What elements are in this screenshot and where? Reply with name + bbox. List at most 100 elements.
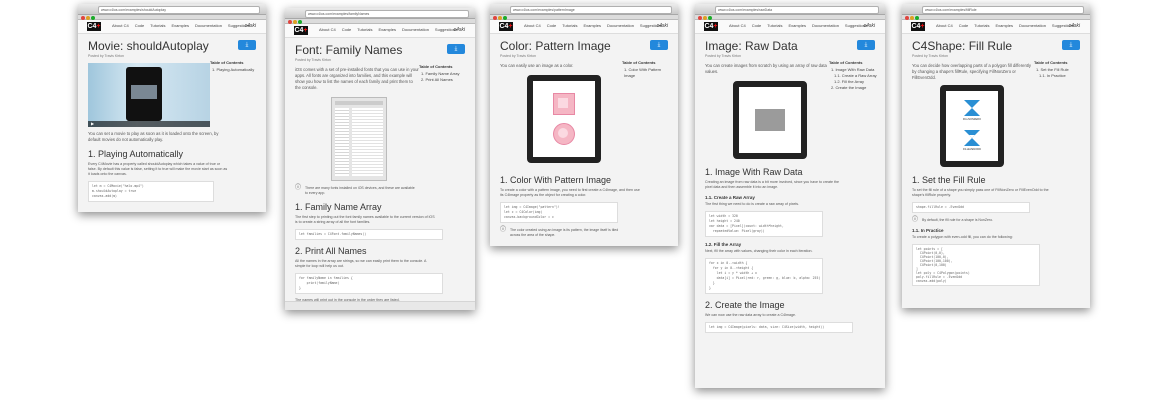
nav-code[interactable]: Code [547, 23, 557, 28]
nav-about[interactable]: About C4 [319, 27, 336, 32]
nav-examples[interactable]: Examples [995, 23, 1013, 28]
nav-documentation[interactable]: Documentation [607, 23, 634, 28]
nav-tutorials[interactable]: Tutorials [767, 23, 782, 28]
site-nav: C4+ About C4 Code Tutorials Examples Documen… [490, 20, 678, 34]
site-nav: C4+ About C4 Code Tutorials Examples Documen… [902, 20, 1090, 34]
section-body: Every C4Movie has a property called shou… [88, 162, 228, 176]
intro-text: You can decide how overlapping parts of … [912, 63, 1031, 80]
c4-logo[interactable]: C4+ [87, 22, 101, 31]
note-text: There are many fonts installed on iOS de… [305, 186, 415, 195]
info-icon: ⓘ [500, 227, 507, 233]
c4-logo[interactable]: C4+ [911, 22, 925, 31]
title-bar: www.c4ios.com/examples/shouldAutoplay [78, 4, 266, 20]
nav-documentation[interactable]: Documentation [1019, 23, 1046, 28]
c4-logo[interactable]: C4+ [294, 26, 308, 35]
intro-text: iOS comes with a set of pre-installed fo… [295, 67, 419, 90]
title-bar: www.c4ios.com/examples/patternImage [490, 4, 678, 20]
play-icon[interactable]: ▶ [91, 121, 94, 126]
toc-item[interactable]: 2. Print All Names [421, 77, 469, 83]
brand-mark: c4ski [863, 23, 875, 29]
nav-examples[interactable]: Examples [788, 23, 806, 28]
code-block: let img = C4Image("pattern")! let c = C4… [500, 202, 618, 223]
toc-item[interactable]: 2. Create the Image [831, 85, 879, 91]
nav-code[interactable]: Code [959, 23, 969, 28]
section-heading: 1. Playing Automatically [88, 149, 184, 159]
nav-code[interactable]: Code [342, 27, 352, 32]
address-bar[interactable]: www.c4ios.com/examples/rawData [715, 6, 879, 14]
device-frame: FILLNONZERO FILLEVENODD [940, 85, 1004, 167]
raw-image [755, 109, 785, 131]
nav-documentation[interactable]: Documentation [195, 23, 222, 28]
toc-title: Table of Contents [829, 60, 863, 65]
code-block: let m = C4Movie("halo.mp4") m.shouldAuto… [88, 181, 214, 202]
nav-about[interactable]: About C4 [524, 23, 541, 28]
title-bar: www.c4ios.com/examples/fillRule [902, 4, 1090, 20]
toc-item[interactable]: 1. Playing Automatically [212, 67, 260, 73]
toc-title: Table of Contents [1034, 60, 1068, 65]
toc-item[interactable]: 1. Color With Pattern Image [624, 67, 672, 79]
site-nav: C4+ About C4 Code Tutorials Examples Documen… [78, 20, 266, 34]
nav-code[interactable]: Code [135, 23, 145, 28]
code-block: let img = C4Image(pixels: data, size: C4… [705, 322, 853, 333]
nav-about[interactable]: About C4 [729, 23, 746, 28]
subsection-heading: 1.2. Fill the Array [705, 242, 742, 247]
nav-examples[interactable]: Examples [378, 27, 396, 32]
subsection-heading: 1.1. Create a Raw Array [705, 195, 755, 200]
download-button[interactable]: ⤓ [238, 40, 256, 50]
nav-about[interactable]: About C4 [936, 23, 953, 28]
page-content: Color: Pattern Image Posted by Travis Ki… [490, 34, 678, 238]
download-button[interactable]: ⤓ [1062, 40, 1080, 50]
page-title: Font: Family Names [295, 43, 403, 57]
address-bar[interactable]: www.c4ios.com/examples/familyNames [305, 10, 469, 18]
section-heading: 1. Set the Fill Rule [912, 175, 986, 185]
nav-documentation[interactable]: Documentation [402, 27, 429, 32]
nav-examples[interactable]: Examples [583, 23, 601, 28]
intro-text: You can create images from scratch by us… [705, 63, 827, 74]
code-block: let families = C4Font.familyNames() [295, 229, 443, 240]
table-of-contents: Table of Contents 1. Family Name Array 2… [419, 64, 469, 83]
c4-logo[interactable]: C4+ [704, 22, 718, 31]
note-text: By default, the fill rule for a shape is… [922, 218, 994, 222]
nav-about[interactable]: About C4 [112, 23, 129, 28]
section-body: The first thing we need to do is create … [705, 202, 800, 206]
nav-examples[interactable]: Examples [171, 23, 189, 28]
nav-tutorials[interactable]: Tutorials [150, 23, 165, 28]
note-box: ⓘ There are many fonts installed on iOS d… [295, 185, 465, 196]
code-block: shape.fillRule = .EvenOdd [912, 202, 1030, 213]
section-heading: 1. Image With Raw Data [705, 167, 803, 177]
note-box: ⓘ By default, the fill rule for a shape i… [912, 217, 1080, 223]
page-content: Movie: shouldAutoplay Posted by Travis K… [78, 34, 266, 202]
site-nav: C4+ About C4 Code Tutorials Examples Documen… [285, 24, 475, 38]
toc-title: Table of Contents [622, 60, 656, 65]
page-title: Movie: shouldAutoplay [88, 39, 209, 53]
toc-item[interactable]: 1.1. In Practice [1039, 73, 1084, 79]
screenshot-figure [331, 97, 387, 181]
nav-tutorials[interactable]: Tutorials [974, 23, 989, 28]
download-icon: ⤓ [454, 46, 458, 52]
address-bar[interactable]: www.c4ios.com/examples/fillRule [922, 6, 1084, 14]
download-icon: ⤓ [245, 42, 249, 48]
fill-evenodd-label: FILLEVENODD [962, 148, 982, 151]
download-button[interactable]: ⤓ [650, 40, 668, 50]
address-bar[interactable]: www.c4ios.com/examples/patternImage [510, 6, 672, 14]
section-body: The first step to printing out the font … [295, 215, 435, 224]
address-bar[interactable]: www.c4ios.com/examples/shouldAutoplay [98, 6, 260, 14]
nav-tutorials[interactable]: Tutorials [562, 23, 577, 28]
page-canvas: { "nav": ["About C4","Code","Tutorials",… [0, 0, 1170, 400]
device-frame [527, 75, 601, 163]
byline: Posted by Travis Kirton [295, 58, 331, 62]
nav-tutorials[interactable]: Tutorials [357, 27, 372, 32]
toc-title: Table of Contents [210, 60, 244, 65]
section-body: All the names in the array are strings, … [295, 259, 427, 268]
nav-code[interactable]: Code [752, 23, 762, 28]
code-block: for familyName in families { print(famil… [295, 273, 443, 294]
nav-documentation[interactable]: Documentation [812, 23, 839, 28]
movie-frame[interactable]: ▶ [88, 63, 210, 127]
info-icon: ⓘ [295, 185, 302, 191]
section-body: To create a polygon with even-odd fill, … [912, 235, 1013, 239]
intro-text: You can set a movie to play as soon as i… [88, 131, 219, 142]
brand-mark: c4ski [656, 23, 668, 29]
download-button[interactable]: ⤓ [447, 44, 465, 54]
download-button[interactable]: ⤓ [857, 40, 875, 50]
c4-logo[interactable]: C4+ [499, 22, 513, 31]
